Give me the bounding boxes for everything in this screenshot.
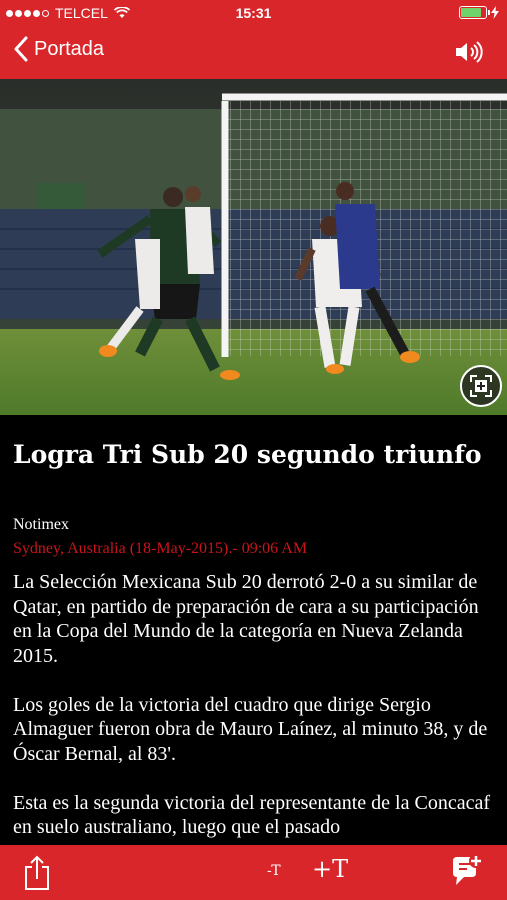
header: TELCEL 15:31 Portada — [0, 0, 507, 79]
font-decrease-button[interactable]: -T — [267, 863, 281, 879]
article-photo[interactable] — [0, 79, 507, 415]
back-button[interactable]: Portada — [12, 36, 104, 62]
article-body: La Selección Mexicana Sub 20 derrotó 2-0… — [13, 570, 497, 845]
battery-icon — [459, 6, 490, 19]
back-label: Portada — [34, 37, 105, 60]
bottom-toolbar: -T +T — [0, 845, 507, 900]
article-paragraph: Esta es la segunda victoria del represen… — [13, 791, 491, 839]
article-headline: Logra Tri Sub 20 segundo triunfo — [13, 440, 482, 469]
article-source: Notimex — [13, 516, 69, 533]
article-paragraph: La Selección Mexicana Sub 20 derrotó 2-0… — [13, 571, 479, 667]
share-icon[interactable] — [24, 855, 50, 891]
chevron-left-icon — [14, 36, 28, 62]
expand-photo-button[interactable] — [460, 365, 502, 407]
article-content: Logra Tri Sub 20 segundo triunfo Notimex… — [0, 415, 507, 845]
article-paragraph: Los goles de la victoria del cuadro que … — [13, 693, 488, 765]
article-dateline: Sydney, Australia (18-May-2015).- 09:06 … — [13, 540, 308, 557]
status-right — [459, 6, 499, 19]
expand-icon — [470, 375, 492, 397]
nav-bar: Portada — [0, 26, 507, 79]
comment-add-icon[interactable] — [450, 855, 484, 887]
font-increase-button[interactable]: +T — [312, 855, 348, 883]
charging-bolt-icon — [491, 6, 499, 19]
status-bar: TELCEL 15:31 — [0, 0, 507, 26]
status-time: 15:31 — [235, 5, 272, 21]
battery-level — [461, 8, 482, 17]
speaker-icon[interactable] — [455, 40, 483, 64]
soccer-match-photo — [0, 79, 507, 415]
